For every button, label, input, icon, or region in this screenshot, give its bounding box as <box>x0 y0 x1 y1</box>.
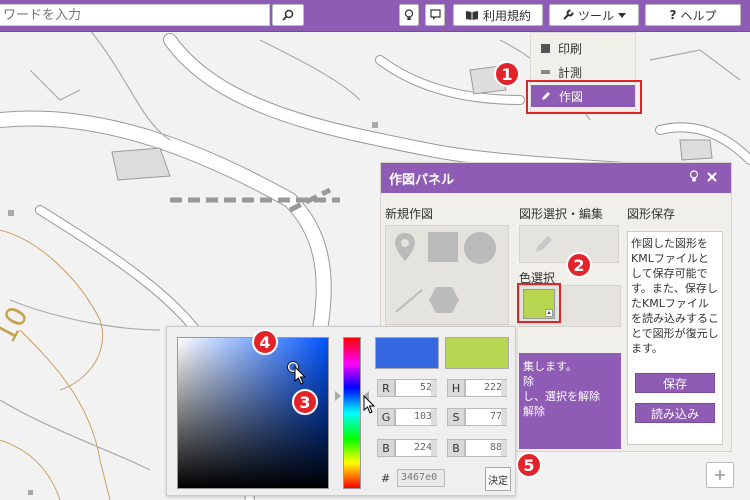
hue-spinner[interactable] <box>501 380 507 396</box>
load-button[interactable]: 読み込み <box>635 403 715 423</box>
new-drawing-title: 新規作図 <box>385 207 434 221</box>
pencil-icon[interactable] <box>534 234 554 254</box>
wrench-icon <box>563 9 574 20</box>
instruction-line: 解除 <box>523 405 545 418</box>
step-badge-4: 4 <box>252 329 278 355</box>
point-tool-icon[interactable] <box>394 232 416 262</box>
step-badge-1: 1 <box>494 61 520 87</box>
zoom-in-button[interactable] <box>706 462 734 488</box>
color-picker: R 52 G 103 B 224 H 222 S 77 B 88 # 3467e… <box>166 326 516 496</box>
search-input[interactable] <box>0 4 270 26</box>
save-title: 図形保存 <box>627 207 676 221</box>
menu-item-label: 計測 <box>558 65 583 80</box>
help-button[interactable]: ? ヘルプ <box>645 4 741 26</box>
red-spinner[interactable] <box>431 380 437 396</box>
chevron-down-icon: ▴ <box>545 309 553 317</box>
save-button[interactable]: 保存 <box>635 373 715 393</box>
printer-icon <box>541 43 550 53</box>
hue-slider[interactable] <box>343 337 361 489</box>
step-badge-3: 3 <box>292 389 318 415</box>
mouse-cursor-icon <box>363 395 376 414</box>
book-icon <box>465 10 478 20</box>
new-shape-tools <box>385 225 509 325</box>
comment-button[interactable] <box>425 4 445 26</box>
tools-button[interactable]: ツール <box>549 4 639 26</box>
draw-panel-title: 作図パネル <box>389 172 455 188</box>
terms-label: 利用規約 <box>482 8 531 23</box>
step-badge-2: 2 <box>566 252 592 278</box>
draw-panel-header: 作図パネル <box>381 163 731 193</box>
hue-slider-arrow-left-icon[interactable] <box>335 391 341 401</box>
new-color-swatch <box>375 337 439 369</box>
hex-input[interactable]: 3467e0 <box>397 469 445 487</box>
search-button[interactable] <box>272 4 304 26</box>
brightness-spinner[interactable] <box>501 440 507 456</box>
line-tool-icon[interactable] <box>394 288 424 314</box>
help-glyph: ? <box>669 8 677 22</box>
current-color-swatch[interactable] <box>445 337 509 369</box>
menu-item-print[interactable]: 印刷 <box>531 37 635 59</box>
edit-instructions: 集します。 除 し、選択を解除 解除 <box>519 353 621 449</box>
rectangle-tool-icon[interactable] <box>428 232 458 262</box>
field-label-r: R <box>377 379 395 397</box>
mouse-cursor-icon <box>294 366 307 385</box>
hex-label: # <box>381 472 391 485</box>
green-spinner[interactable] <box>431 409 437 425</box>
field-label-g: G <box>377 408 395 426</box>
lightbulb-icon <box>404 9 414 20</box>
saturation-spinner[interactable] <box>501 409 507 425</box>
instruction-line: 集します。 <box>523 360 577 373</box>
edit-title: 図形選択・編集 <box>519 207 604 221</box>
field-label-brightness: B <box>447 439 465 457</box>
magnifier-icon <box>282 9 294 21</box>
help-label: ヘルプ <box>680 8 717 23</box>
field-label-h: H <box>447 379 465 397</box>
comment-icon <box>429 9 441 20</box>
color-swatch-button[interactable]: ▴ <box>523 289 555 319</box>
menu-item-label: 印刷 <box>558 41 583 56</box>
ruler-icon <box>541 70 550 74</box>
highlight-box <box>526 80 642 114</box>
plus-icon <box>715 470 725 480</box>
polygon-tool-icon[interactable] <box>428 286 460 314</box>
close-icon[interactable] <box>707 172 717 182</box>
field-label-b: B <box>377 439 395 457</box>
circle-tool-icon[interactable] <box>464 232 496 264</box>
top-toolbar: 利用規約 ツール ? ヘルプ <box>0 0 750 32</box>
chevron-down-icon <box>618 12 626 18</box>
field-label-s: S <box>447 408 465 426</box>
instruction-line: し、選択を解除 <box>523 390 600 403</box>
tools-label: ツール <box>577 8 614 23</box>
confirm-button[interactable]: 決定 <box>485 467 511 491</box>
lightbulb-icon[interactable] <box>689 170 699 183</box>
instruction-line: 除 <box>523 375 534 388</box>
blue-spinner[interactable] <box>431 440 437 456</box>
lightbulb-button[interactable] <box>399 4 419 26</box>
terms-button[interactable]: 利用規約 <box>453 4 543 26</box>
step-badge-5: 5 <box>516 452 542 478</box>
